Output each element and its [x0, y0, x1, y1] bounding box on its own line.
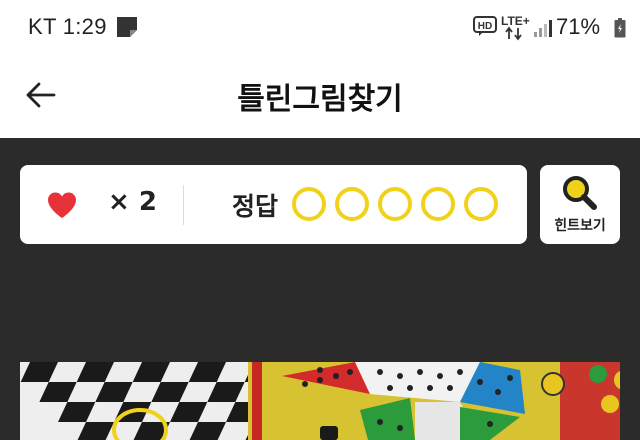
notification-icon [117, 17, 137, 37]
puzzle-board-picture [20, 362, 620, 440]
answer-slot [421, 187, 455, 221]
answer-slot [378, 187, 412, 221]
app-header: 틀린그림찾기 [0, 56, 640, 138]
hint-label: 힌트보기 [554, 218, 606, 234]
magnifier-icon [563, 176, 597, 210]
lives-count: × 2 [108, 187, 157, 217]
answer-slot [292, 187, 326, 221]
answer-slots [292, 187, 498, 221]
page-title: 틀린그림찾기 [237, 82, 403, 117]
score-card: × 2 정답 [20, 165, 527, 244]
signal-icon [534, 20, 552, 37]
answer-slot [335, 187, 369, 221]
hd-voice-icon: HD [473, 16, 497, 36]
battery-percent: 71% [556, 14, 601, 39]
answer-slot [464, 187, 498, 221]
lte-icon: LTE+ [501, 14, 530, 41]
status-bar: KT 1:29 HD LTE+ 71% [0, 0, 640, 56]
answer-label: 정답 [232, 192, 279, 221]
battery-icon [614, 18, 626, 38]
puzzle-image[interactable] [20, 362, 620, 440]
hd-label: HD [478, 21, 492, 32]
divider [183, 185, 184, 225]
network-label: LTE+ [501, 14, 530, 28]
hint-button[interactable]: 힌트보기 [540, 165, 620, 244]
carrier-time: KT 1:29 [28, 14, 107, 39]
heart-icon [48, 192, 76, 218]
